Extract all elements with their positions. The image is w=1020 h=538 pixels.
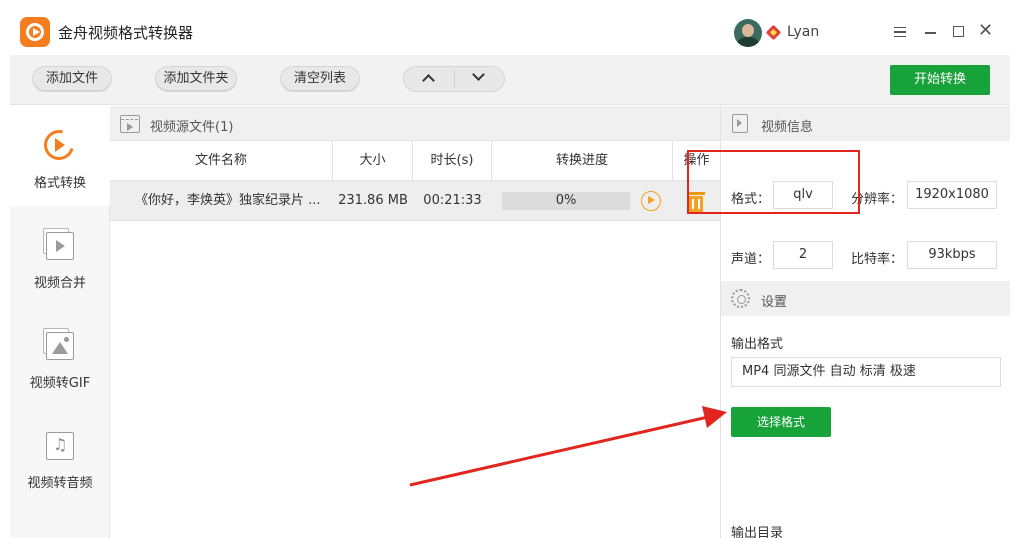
- sidebar: 格式转换 视频合并 视频转GIF ♫ 视频转音频: [10, 106, 110, 538]
- file-name-cell: 《你好，李焕英》独家纪录片 ...: [135, 193, 321, 208]
- bitrate-value: 93kbps: [907, 241, 997, 269]
- select-format-button[interactable]: 选择格式: [731, 407, 831, 437]
- output-format-label: 输出格式: [731, 337, 784, 352]
- add-folder-button[interactable]: 添加文件夹: [155, 66, 237, 92]
- user-name[interactable]: Lyan: [787, 24, 819, 40]
- title-bar: 金舟视频格式转换器 Lyan ✕: [10, 10, 1010, 55]
- sidebar-item-label: 视频转音频: [27, 476, 93, 491]
- sidebar-item-label: 视频转GIF: [29, 376, 91, 391]
- settings-header: 设置: [721, 281, 1010, 316]
- play-icon[interactable]: [641, 191, 661, 211]
- app-logo-icon: [20, 17, 50, 47]
- output-format-field[interactable]: MP4 同源文件 自动 标清 极速: [731, 357, 1001, 387]
- file-size-cell: 231.86 MB: [338, 193, 408, 208]
- file-duration-cell: 00:21:33: [423, 193, 482, 208]
- column-header-name[interactable]: 文件名称: [110, 141, 333, 181]
- bitrate-label: 比特率：: [851, 252, 904, 267]
- video-info-title: 视频信息: [761, 120, 814, 135]
- progress-text: 0%: [555, 193, 577, 208]
- image-icon: [46, 332, 74, 360]
- move-up-icon[interactable]: [422, 74, 435, 87]
- video-info-icon: [732, 114, 748, 133]
- music-icon: ♫: [46, 432, 74, 460]
- clear-list-button[interactable]: 清空列表: [280, 66, 360, 92]
- video-info-header: 视频信息: [721, 106, 1010, 141]
- column-header-size[interactable]: 大小: [333, 141, 413, 181]
- move-down-icon[interactable]: [472, 68, 485, 81]
- column-header-duration[interactable]: 时长(s): [413, 141, 492, 181]
- sidebar-item-label: 格式转换: [33, 176, 86, 191]
- sidebar-item-format-convert[interactable]: 格式转换: [10, 106, 110, 206]
- close-icon[interactable]: ✕: [978, 21, 993, 41]
- annotation-highlight-box: [687, 150, 860, 214]
- file-panel-header: 视频源文件(1): [110, 106, 720, 141]
- output-dir-label: 输出目录: [731, 526, 784, 538]
- video-merge-icon: [46, 232, 74, 260]
- app-window: 金舟视频格式转换器 Lyan ✕ 添加文件 添加文件夹 清空列表 开始转换 格式…: [10, 10, 1010, 538]
- vip-badge-icon: [765, 24, 782, 41]
- avatar[interactable]: [734, 19, 762, 47]
- file-panel-title: 视频源文件(1): [150, 120, 234, 135]
- sidebar-item-video-merge[interactable]: 视频合并: [10, 206, 110, 306]
- add-file-button[interactable]: 添加文件: [32, 66, 112, 92]
- progress-bar: 0%: [502, 192, 630, 210]
- toolbar: 添加文件 添加文件夹 清空列表 开始转换: [10, 55, 1010, 105]
- maximize-icon[interactable]: [953, 26, 964, 37]
- resolution-value: 1920x1080: [907, 181, 997, 209]
- column-header-progress: 转换进度: [492, 141, 673, 181]
- sidebar-item-video-gif[interactable]: 视频转GIF: [10, 306, 110, 406]
- channels-value: 2: [773, 241, 833, 269]
- gear-icon: [731, 289, 750, 308]
- video-file-icon: [120, 115, 140, 133]
- table-row[interactable]: 《你好，李焕英》独家纪录片 ... 231.86 MB 00:21:33 0%: [110, 181, 720, 221]
- move-buttons: [403, 66, 505, 92]
- channels-label: 声道：: [731, 252, 771, 267]
- start-convert-button[interactable]: 开始转换: [890, 65, 990, 95]
- settings-title: 设置: [761, 295, 788, 310]
- table-header: 文件名称 大小 时长(s) 转换进度 操作: [110, 141, 720, 181]
- minimize-icon[interactable]: [925, 32, 936, 34]
- sidebar-item-label: 视频合并: [33, 276, 86, 291]
- file-list-panel: 视频源文件(1) 文件名称 大小 时长(s) 转换进度 操作 《你好，李焕英》独…: [110, 106, 720, 538]
- sidebar-item-video-audio[interactable]: ♫ 视频转音频: [10, 406, 110, 506]
- app-title: 金舟视频格式转换器: [58, 24, 194, 42]
- menu-icon[interactable]: [894, 27, 906, 37]
